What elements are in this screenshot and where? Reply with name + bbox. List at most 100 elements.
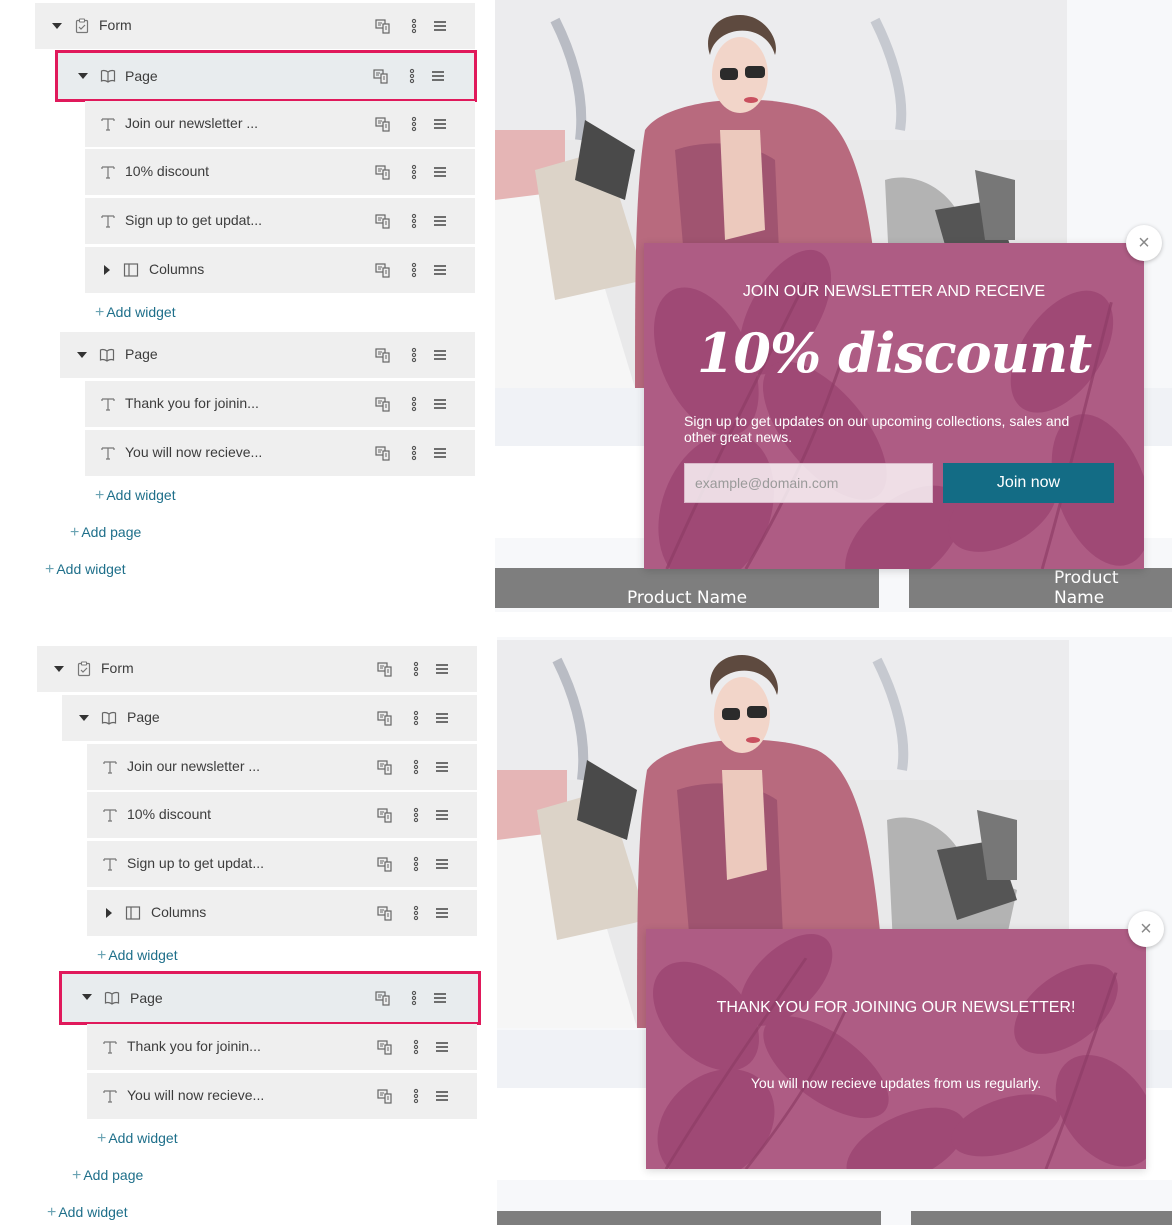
drag-handle-icon[interactable] [432, 262, 448, 278]
tree-item-form[interactable]: Form [35, 3, 475, 49]
add-page-button[interactable]: + Add page [72, 1167, 143, 1185]
tree-item-page[interactable]: Page [60, 332, 475, 378]
responsive-visibility-icon[interactable] [375, 445, 391, 461]
caret-down-icon[interactable] [79, 715, 89, 721]
drag-handle-icon[interactable] [434, 710, 450, 726]
caret-down-icon[interactable] [77, 352, 87, 358]
responsive-visibility-icon[interactable] [373, 68, 389, 84]
text-t-icon [102, 807, 118, 823]
caret-right-icon[interactable] [104, 265, 110, 275]
tree-item-form[interactable]: Form [37, 646, 477, 692]
responsive-visibility-icon[interactable] [375, 213, 391, 229]
tree-item-text[interactable]: Thank you for joinin... [87, 1024, 477, 1070]
tree-item-text[interactable]: 10% discount [87, 792, 477, 838]
add-widget-button[interactable]: + Add widget [97, 1130, 178, 1148]
caret-down-icon[interactable] [82, 994, 92, 1000]
responsive-visibility-icon[interactable] [375, 116, 391, 132]
responsive-visibility-icon[interactable] [375, 347, 391, 363]
caret-down-icon[interactable] [78, 73, 88, 79]
add-widget-button[interactable]: + Add widget [97, 947, 178, 965]
tree-item-page[interactable]: Page [62, 695, 477, 741]
add-widget-button[interactable]: + Add widget [95, 487, 176, 505]
tree-item-text[interactable]: Sign up to get updat... [85, 198, 475, 244]
kebab-menu-icon[interactable] [406, 116, 422, 132]
add-widget-label: Add widget [106, 487, 176, 503]
kebab-menu-icon[interactable] [406, 396, 422, 412]
add-widget-button[interactable]: + Add widget [45, 561, 126, 579]
responsive-visibility-icon[interactable] [377, 759, 393, 775]
kebab-menu-icon[interactable] [406, 990, 422, 1006]
drag-handle-icon[interactable] [432, 164, 448, 180]
responsive-visibility-icon[interactable] [375, 262, 391, 278]
caret-down-icon[interactable] [52, 23, 62, 29]
responsive-visibility-icon[interactable] [375, 164, 391, 180]
drag-handle-icon[interactable] [432, 990, 448, 1006]
tree-item-text[interactable]: Join our newsletter ... [87, 744, 477, 790]
join-now-button[interactable]: Join now [943, 463, 1114, 503]
row-actions [377, 1073, 477, 1119]
kebab-menu-icon[interactable] [408, 807, 424, 823]
kebab-menu-icon[interactable] [406, 164, 422, 180]
navigator-tree: Form Page Join our newsletter ... 10% di… [0, 0, 495, 612]
kebab-menu-icon[interactable] [408, 1039, 424, 1055]
kebab-menu-icon[interactable] [408, 710, 424, 726]
kebab-menu-icon[interactable] [408, 661, 424, 677]
drag-handle-icon[interactable] [432, 396, 448, 412]
drag-handle-icon[interactable] [434, 856, 450, 872]
responsive-visibility-icon[interactable] [375, 990, 391, 1006]
kebab-menu-icon[interactable] [408, 856, 424, 872]
drag-handle-icon[interactable] [432, 213, 448, 229]
add-widget-button[interactable]: + Add widget [47, 1204, 128, 1222]
tree-item-page-selected[interactable]: Page [55, 50, 477, 102]
kebab-menu-icon[interactable] [406, 213, 422, 229]
responsive-visibility-icon[interactable] [377, 1039, 393, 1055]
close-icon[interactable]: × [1126, 225, 1162, 261]
add-widget-button[interactable]: + Add widget [95, 304, 176, 322]
kebab-menu-icon[interactable] [406, 18, 422, 34]
tree-item-text[interactable]: Sign up to get updat... [87, 841, 477, 887]
drag-handle-icon[interactable] [434, 759, 450, 775]
kebab-menu-icon[interactable] [408, 759, 424, 775]
caret-down-icon[interactable] [54, 666, 64, 672]
responsive-visibility-icon[interactable] [375, 18, 391, 34]
tree-item-text[interactable]: Join our newsletter ... [85, 101, 475, 147]
drag-handle-icon[interactable] [432, 18, 448, 34]
tree-item-text[interactable]: 10% discount [85, 149, 475, 195]
responsive-visibility-icon[interactable] [377, 1088, 393, 1104]
tree-item-columns[interactable]: Columns [85, 247, 475, 293]
drag-handle-icon[interactable] [432, 445, 448, 461]
kebab-menu-icon[interactable] [406, 347, 422, 363]
drag-handle-icon[interactable] [434, 1088, 450, 1104]
caret-right-icon[interactable] [106, 908, 112, 918]
responsive-visibility-icon[interactable] [375, 396, 391, 412]
responsive-visibility-icon[interactable] [377, 710, 393, 726]
drag-handle-icon[interactable] [434, 807, 450, 823]
drag-handle-icon[interactable] [434, 905, 450, 921]
text-t-icon [102, 759, 118, 775]
responsive-visibility-icon[interactable] [377, 661, 393, 677]
responsive-visibility-icon[interactable] [377, 807, 393, 823]
kebab-menu-icon[interactable] [408, 905, 424, 921]
kebab-menu-icon[interactable] [408, 1088, 424, 1104]
tree-item-text[interactable]: You will now recieve... [85, 430, 475, 476]
email-input[interactable]: example@domain.com [684, 463, 933, 503]
responsive-visibility-icon[interactable] [377, 856, 393, 872]
drag-handle-icon[interactable] [430, 68, 446, 84]
drag-handle-icon[interactable] [432, 116, 448, 132]
drag-handle-icon[interactable] [432, 347, 448, 363]
kebab-menu-icon[interactable] [404, 68, 420, 84]
page-preview: Product Name Product Name JOIN OUR NEWSL… [495, 0, 1172, 612]
editor-view-second-page: Form Page Join our newsletter ... 10% di… [0, 637, 1172, 1225]
row-actions [375, 332, 475, 378]
responsive-visibility-icon[interactable] [377, 905, 393, 921]
add-page-button[interactable]: + Add page [70, 524, 141, 542]
tree-item-page-selected[interactable]: Page [59, 971, 481, 1025]
close-icon[interactable]: × [1128, 911, 1164, 947]
tree-item-text[interactable]: Thank you for joinin... [85, 381, 475, 427]
drag-handle-icon[interactable] [434, 661, 450, 677]
tree-item-columns[interactable]: Columns [87, 890, 477, 936]
kebab-menu-icon[interactable] [406, 445, 422, 461]
tree-item-text[interactable]: You will now recieve... [87, 1073, 477, 1119]
kebab-menu-icon[interactable] [406, 262, 422, 278]
drag-handle-icon[interactable] [434, 1039, 450, 1055]
